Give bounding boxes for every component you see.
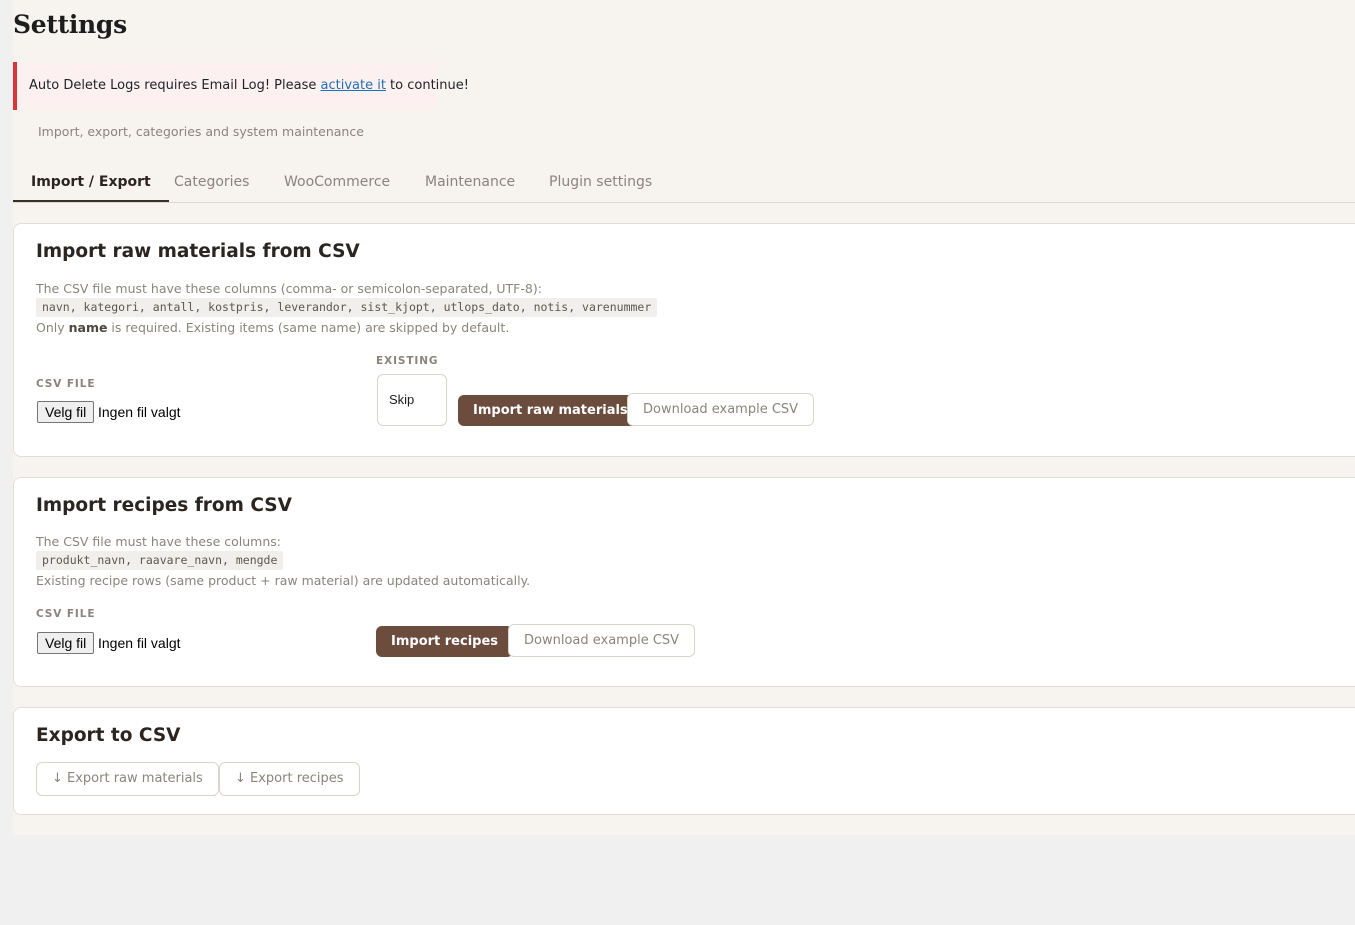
tab-maintenance[interactable]: Maintenance	[407, 164, 533, 202]
recipe-download-example-button[interactable]: Download example CSV	[508, 624, 696, 657]
tab-categories[interactable]: Categories	[156, 164, 267, 202]
activate-link[interactable]: activate it	[321, 78, 386, 93]
raw-import-description: The CSV file must have these columns (co…	[36, 281, 542, 296]
notice-text-before: Auto Delete Logs requires Email Log! Ple…	[29, 78, 321, 93]
settings-tabs: Import / Export Categories WooCommerce M…	[13, 164, 1355, 203]
export-heading: Export to CSV	[36, 725, 181, 746]
raw-import-columns: navn, kategori, antall, kostpris, levera…	[36, 298, 658, 317]
recipe-import-columns: produkt_navn, raavare_navn, mengde	[36, 551, 284, 570]
export-raw-materials-button[interactable]: ↓ Export raw materials	[36, 762, 219, 796]
admin-notice: Auto Delete Logs requires Email Log! Ple…	[13, 62, 469, 110]
raw-note-suffix: is required. Existing items (same name) …	[107, 320, 510, 335]
raw-note-bold: name	[68, 320, 108, 335]
raw-file-status: Ingen fil valgt	[98, 404, 181, 420]
recipe-import-card: Import recipes from CSV The CSV file mus…	[13, 477, 1355, 687]
raw-import-note: Only name is required. Existing items (s…	[36, 320, 509, 335]
raw-import-heading: Import raw materials from CSV	[36, 241, 360, 262]
existing-select[interactable]: Skip	[377, 374, 447, 426]
recipe-choose-file-button[interactable]: Velg fil	[37, 632, 95, 654]
tab-plugin-settings[interactable]: Plugin settings	[531, 164, 670, 202]
existing-label: EXISTING	[376, 355, 439, 367]
recipe-csv-file-label: CSV FILE	[36, 608, 96, 620]
recipe-import-note: Existing recipe rows (same product + raw…	[36, 573, 531, 588]
page-subtitle: Import, export, categories and system ma…	[38, 124, 364, 139]
recipe-import-heading: Import recipes from CSV	[36, 495, 292, 516]
notice-text-after: to continue!	[385, 78, 469, 93]
import-recipes-button[interactable]: Import recipes	[376, 626, 514, 657]
raw-csv-file-label: CSV FILE	[36, 378, 96, 390]
raw-note-prefix: Only	[36, 320, 69, 335]
page-title: Settings	[13, 10, 127, 39]
export-recipes-button[interactable]: ↓ Export recipes	[219, 762, 360, 796]
settings-page: Settings Auto Delete Logs requires Email…	[13, 0, 1355, 835]
raw-download-example-button[interactable]: Download example CSV	[627, 393, 815, 426]
tab-import-export[interactable]: Import / Export	[13, 164, 169, 202]
recipe-file-status: Ingen fil valgt	[98, 635, 181, 651]
import-raw-materials-button[interactable]: Import raw materials	[458, 395, 643, 426]
tab-woocommerce[interactable]: WooCommerce	[266, 164, 408, 202]
export-card: Export to CSV ↓ Export raw materials ↓ E…	[13, 707, 1355, 815]
raw-choose-file-button[interactable]: Velg fil	[37, 401, 95, 423]
recipe-import-description: The CSV file must have these columns:	[36, 534, 281, 549]
raw-import-card: Import raw materials from CSV The CSV fi…	[13, 223, 1355, 457]
